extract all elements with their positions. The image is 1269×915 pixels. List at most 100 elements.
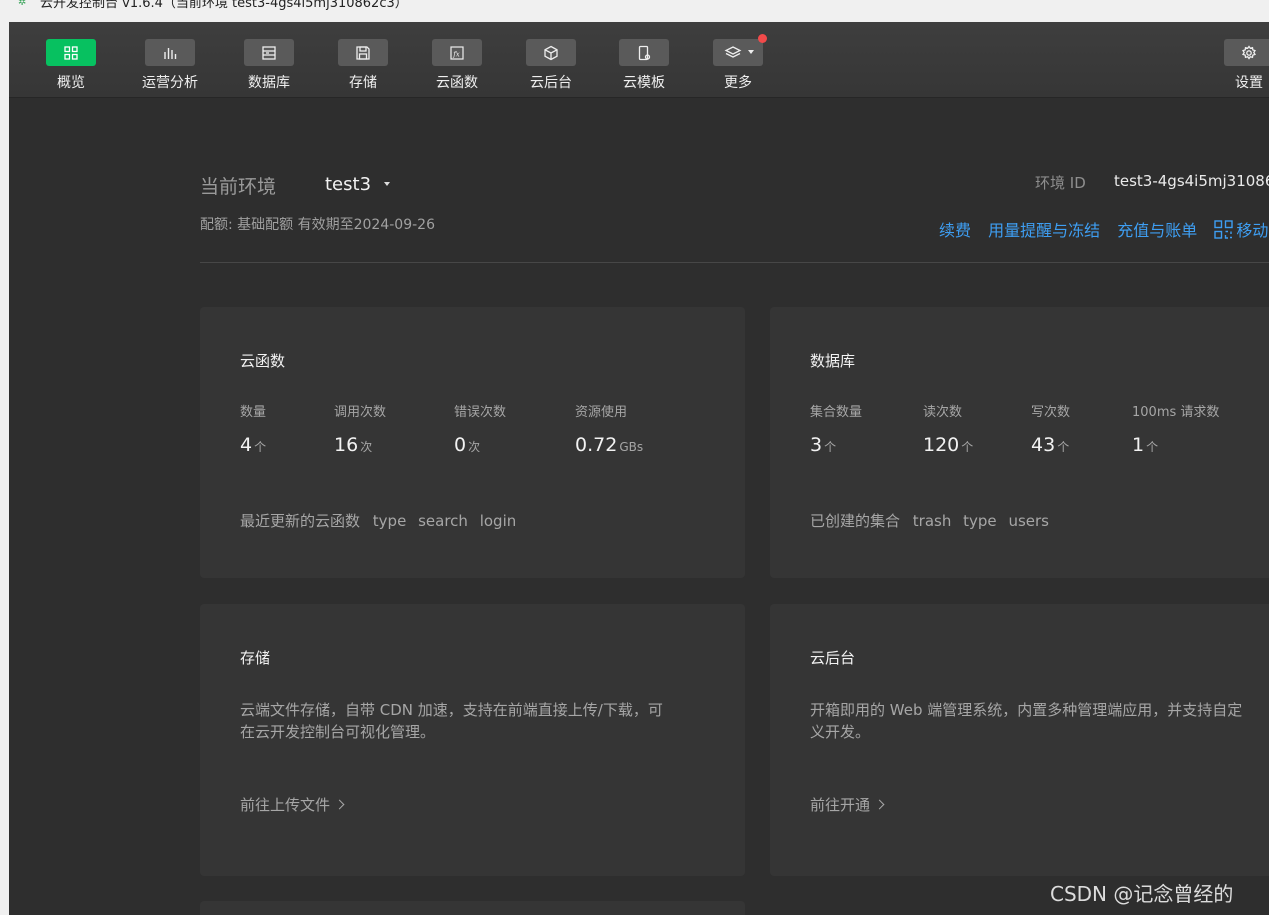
toolbar-label: 存储 [349, 75, 377, 91]
metric-label: 调用次数 [334, 405, 387, 420]
next-card-partial [200, 901, 745, 915]
function-item[interactable]: type [373, 512, 407, 530]
function-item[interactable]: login [480, 512, 517, 530]
metric-reads: 读次数 120 个 [923, 401, 973, 456]
metric-value: 1 [1132, 434, 1145, 456]
notification-badge [758, 34, 767, 43]
app-logo-icon: ✲ [18, 0, 27, 8]
link-label: 前往开通 [810, 796, 871, 814]
metric-slow-requests: 100ms 请求数 1个 [1132, 401, 1219, 456]
chevron-down-icon [748, 50, 754, 54]
toolbar-functions[interactable]: fx 云函数 [417, 39, 497, 92]
top-toolbar: 概览 运营分析 数据库 存储 fx 云函数 云后台 云模板 更多 设置 [9, 22, 1269, 98]
toolbar-cloud-backend[interactable]: 云后台 [511, 39, 591, 92]
env-id-label: 环境 ID [1035, 174, 1086, 192]
chevron-right-icon [334, 799, 345, 810]
toolbar-label: 云函数 [436, 75, 478, 91]
qrcode-icon [1214, 220, 1234, 239]
metric-value: 3 [810, 434, 823, 456]
toolbar-overview[interactable]: 概览 [31, 39, 111, 92]
recent-functions: 最近更新的云函数 type search login [240, 510, 523, 531]
env-action-links: 续费 用量提醒与冻结 充值与账单 移动端 [939, 217, 1269, 241]
card-title: 数据库 [810, 352, 856, 370]
activate-link[interactable]: 前往开通 [810, 794, 885, 815]
backend-card: 云后台 开箱即用的 Web 端管理系统，内置多种管理端应用，并支持自定 义开发。… [770, 604, 1269, 876]
description-line: 在云开发控制台可视化管理。 [240, 723, 436, 741]
card-description: 开箱即用的 Web 端管理系统，内置多种管理端应用，并支持自定 义开发。 [810, 699, 1242, 743]
toolbar-more[interactable]: 更多 [698, 34, 778, 92]
toolbar-templates[interactable]: 云模板 [604, 39, 684, 92]
metric-value: 4 [240, 434, 253, 456]
storage-card: 存储 云端文件存储，自带 CDN 加速，支持在前端直接上传/下载，可 在云开发控… [200, 604, 745, 876]
functions-card: 云函数 数量 4个 调用次数 16 次 错误次数 0次 资源使用 0.72 GBs … [200, 307, 745, 578]
window-title: 云开发控制台 v1.6.4（当前环境 test3-4gs4i5mj310862c… [40, 0, 408, 11]
env-label: 当前环境 [200, 176, 277, 198]
database-card: 数据库 集合数量 3个 读次数 120 个 写次数 43 个 100ms 请求数 1… [770, 307, 1269, 578]
env-selector[interactable]: test3 [325, 174, 371, 195]
billing-link[interactable]: 充值与账单 [1117, 221, 1197, 240]
window-left-border [0, 22, 9, 915]
cube-icon [526, 39, 576, 66]
collection-item[interactable]: users [1008, 512, 1049, 530]
metric-value: 120 [923, 434, 960, 456]
toolbar-label: 云后台 [530, 75, 572, 91]
metric-unit: 个 [961, 440, 974, 454]
mobile-link[interactable]: 移动端 [1214, 220, 1269, 240]
function-icon: fx [432, 39, 482, 66]
template-icon [619, 39, 669, 66]
recent-label: 已创建的集合 [810, 512, 901, 530]
metric-errors: 错误次数 0次 [454, 401, 506, 456]
metric-label: 读次数 [923, 405, 963, 420]
toolbar-storage[interactable]: 存储 [323, 39, 403, 92]
card-title: 云函数 [240, 352, 286, 370]
description-line: 义开发。 [810, 723, 871, 741]
storage-icon [338, 39, 388, 66]
renew-link[interactable]: 续费 [939, 221, 971, 240]
metric-unit: 次 [468, 440, 481, 454]
toolbar-label: 更多 [724, 75, 752, 91]
toolbar-settings[interactable]: 设置 [1209, 39, 1269, 92]
recent-label: 最近更新的云函数 [240, 512, 361, 530]
created-collections: 已创建的集合 trash type users [810, 510, 1056, 531]
metric-label: 写次数 [1031, 405, 1071, 420]
function-item[interactable]: search [418, 512, 468, 530]
metric-unit: 个 [824, 440, 837, 454]
gear-icon [1224, 39, 1269, 66]
metric-collections: 集合数量 3个 [810, 401, 862, 456]
metric-value: 16 [334, 434, 359, 456]
metric-count: 数量 4个 [240, 401, 266, 456]
metric-unit: 个 [1146, 440, 1159, 454]
metric-value: 43 [1031, 434, 1056, 456]
card-description: 云端文件存储，自带 CDN 加速，支持在前端直接上传/下载，可 在云开发控制台可… [240, 699, 663, 743]
metric-label: 数量 [240, 405, 267, 420]
link-label: 前往上传文件 [240, 796, 331, 814]
metric-unit: 次 [360, 440, 373, 454]
usage-alert-link[interactable]: 用量提醒与冻结 [988, 221, 1100, 240]
caret-down-icon[interactable] [384, 182, 390, 186]
quota-info: 配额: 基础配额 有效期至2024-09-26 [200, 217, 435, 233]
metric-invocations: 调用次数 16 次 [334, 401, 386, 456]
watermark-text: CSDN @记念曾经的 [1050, 882, 1234, 906]
window-title-bar: ✲ 云开发控制台 v1.6.4（当前环境 test3-4gs4i5mj31086… [0, 0, 1269, 22]
metric-value: 0 [454, 434, 467, 456]
toolbar-label: 云模板 [623, 75, 665, 91]
metric-value: 0.72 [575, 434, 618, 456]
upload-files-link[interactable]: 前往上传文件 [240, 794, 345, 815]
header-divider [200, 262, 1269, 263]
metric-resource: 资源使用 0.72 GBs [575, 401, 643, 456]
metric-label: 资源使用 [575, 405, 628, 420]
description-line: 开箱即用的 Web 端管理系统，内置多种管理端应用，并支持自定 [810, 701, 1243, 719]
metric-label: 集合数量 [810, 405, 863, 420]
metric-unit: 个 [1057, 440, 1070, 454]
card-title: 云后台 [810, 649, 856, 667]
toolbar-label: 概览 [57, 75, 85, 91]
svg-text:fx: fx [452, 51, 460, 59]
grid-icon [46, 39, 96, 66]
description-line: 云端文件存储，自带 CDN 加速，支持在前端直接上传/下载，可 [240, 701, 663, 719]
database-icon [244, 39, 294, 66]
toolbar-database[interactable]: 数据库 [229, 39, 309, 92]
collection-item[interactable]: type [963, 512, 997, 530]
toolbar-analytics[interactable]: 运营分析 [130, 39, 210, 92]
collection-item[interactable]: trash [913, 512, 952, 530]
metric-unit: GBs [619, 440, 644, 454]
